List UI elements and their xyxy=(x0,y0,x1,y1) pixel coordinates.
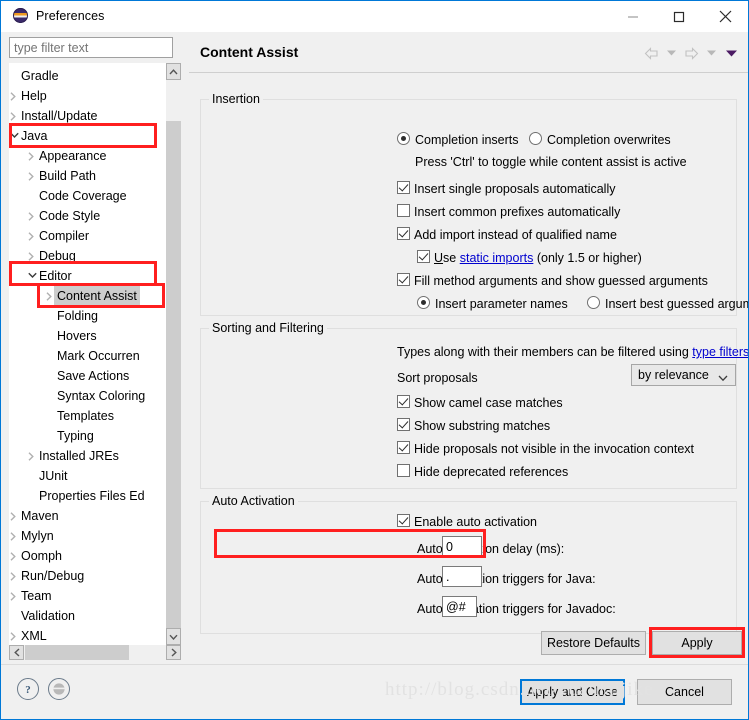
apply-button[interactable]: Apply xyxy=(652,631,742,655)
show-camel-case-checkbox[interactable] xyxy=(397,395,410,408)
preferences-dialog: Preferences GradleHelpInstall/UpdateJava… xyxy=(0,0,749,720)
insertion-legend: Insertion xyxy=(209,92,263,106)
insert-common-prefixes-checkbox[interactable] xyxy=(397,204,410,217)
back-arrow-icon[interactable] xyxy=(642,44,660,62)
tree-horizontal-scrollbar[interactable] xyxy=(9,645,181,660)
hide-not-visible-checkbox[interactable] xyxy=(397,441,410,454)
restore-defaults-button[interactable]: Restore Defaults xyxy=(541,631,646,655)
auto-activation-delay-label: Auto activation delay (ms): xyxy=(417,542,565,556)
eclipse-footer-icon[interactable] xyxy=(48,678,70,700)
page-navigation xyxy=(642,44,740,62)
chevron-right-icon[interactable] xyxy=(10,625,19,645)
forward-dropdown-icon[interactable] xyxy=(702,44,720,62)
insert-common-prefixes-label: Insert common prefixes automatically xyxy=(414,205,621,219)
show-camel-case-label: Show camel case matches xyxy=(414,396,563,410)
back-dropdown-icon[interactable] xyxy=(662,44,680,62)
show-substring-label: Show substring matches xyxy=(414,419,551,433)
tree-vertical-scrollbar[interactable] xyxy=(166,63,181,645)
insert-single-proposals-label: Insert single proposals automatically xyxy=(414,182,616,196)
static-imports-link[interactable]: static imports xyxy=(460,251,534,265)
auto-activation-legend: Auto Activation xyxy=(209,494,298,508)
insert-best-guessed-label: Insert best guessed arguments xyxy=(605,297,748,311)
tree-hscrollbar-thumb[interactable] xyxy=(25,645,129,660)
sorting-filtering-legend: Sorting and Filtering xyxy=(209,321,327,335)
use-static-rest: se xyxy=(443,251,460,265)
preference-tree-list[interactable]: Gradle Help Install/Update Java Appearance Bu… xyxy=(9,63,166,645)
preference-tree[interactable]: Gradle Help Install/Update Java Appearance Bu… xyxy=(9,63,181,645)
maximize-button[interactable] xyxy=(656,1,702,32)
scroll-right-icon[interactable] xyxy=(166,645,181,660)
enable-auto-activation-label: Enable auto activation xyxy=(414,515,538,529)
hide-deprecated-checkbox[interactable] xyxy=(397,464,410,477)
insert-parameter-names-radio[interactable] xyxy=(417,296,430,309)
help-icon[interactable]: ? xyxy=(17,678,39,700)
insert-parameter-names-label: Insert parameter names xyxy=(435,297,568,311)
fill-method-arguments-checkbox[interactable] xyxy=(397,273,410,286)
type-filters-description: Types along with their members can be fi… xyxy=(397,345,748,359)
chevron-down-icon xyxy=(718,371,728,385)
forward-arrow-icon[interactable] xyxy=(682,44,700,62)
sort-proposals-value: by relevance xyxy=(638,368,709,382)
svg-text:?: ? xyxy=(25,684,31,696)
completion-overwrites-radio[interactable] xyxy=(529,132,542,145)
tree-item-label: XML xyxy=(21,629,47,643)
use-static-suffix: (only 1.5 or higher) xyxy=(533,251,642,265)
title-bar-left: Preferences xyxy=(13,8,105,23)
scroll-left-icon[interactable] xyxy=(9,645,24,660)
show-substring-checkbox[interactable] xyxy=(397,418,410,431)
page-scroll-area: Insertion Completion inserts Completion … xyxy=(189,73,748,646)
page-title: Content Assist xyxy=(200,44,299,60)
filter-input[interactable] xyxy=(9,37,173,58)
completion-inserts-label: Completion inserts xyxy=(415,133,519,147)
fill-method-arguments-label: Fill method arguments and show guessed a… xyxy=(414,274,708,288)
auto-activation-javadoc-input[interactable] xyxy=(442,596,477,617)
scroll-down-icon[interactable] xyxy=(166,628,181,645)
completion-overwrites-label: Completion overwrites xyxy=(547,133,671,147)
sort-proposals-label: Sort proposals xyxy=(397,371,478,385)
auto-activation-java-input[interactable] xyxy=(442,566,482,587)
content-assist-page: Content Assist Insertion Completion inse… xyxy=(189,32,748,646)
completion-inserts-radio[interactable] xyxy=(397,132,410,145)
use-static-imports-label: Use static imports (only 1.5 or higher) xyxy=(434,251,642,265)
use-static-imports-checkbox[interactable] xyxy=(417,250,430,263)
enable-auto-activation-checkbox[interactable] xyxy=(397,514,410,527)
hide-not-visible-label: Hide proposals not visible in the invoca… xyxy=(414,442,695,456)
insert-single-proposals-checkbox[interactable] xyxy=(397,181,410,194)
ctrl-toggle-hint: Press 'Ctrl' to toggle while content ass… xyxy=(415,155,687,169)
close-button[interactable] xyxy=(702,1,748,32)
tree-scrollbar-thumb[interactable] xyxy=(166,121,181,637)
minimize-button[interactable] xyxy=(610,1,656,32)
add-import-checkbox[interactable] xyxy=(397,227,410,240)
auto-activation-delay-input[interactable] xyxy=(442,536,482,557)
add-import-label: Add import instead of qualified name xyxy=(414,228,617,242)
insert-best-guessed-radio[interactable] xyxy=(587,296,600,309)
title-bar: Preferences xyxy=(1,1,748,32)
eclipse-icon xyxy=(13,8,28,23)
view-menu-dropdown-icon[interactable] xyxy=(722,44,740,62)
window-title: Preferences xyxy=(36,8,105,23)
use-static-mnemonic: U xyxy=(434,251,444,265)
hide-deprecated-label: Hide deprecated references xyxy=(414,465,569,479)
scroll-up-icon[interactable] xyxy=(166,63,181,80)
sort-proposals-combo[interactable]: by relevance xyxy=(631,364,736,386)
watermark-text: http://blog.csdn.net/yuanlaijike xyxy=(385,679,654,700)
type-filters-link[interactable]: type filters xyxy=(692,345,748,359)
type-filters-desc-pre: Types along with their members can be fi… xyxy=(397,345,693,359)
tree-item-xml[interactable]: XML xyxy=(9,625,166,645)
window-controls xyxy=(610,1,748,32)
